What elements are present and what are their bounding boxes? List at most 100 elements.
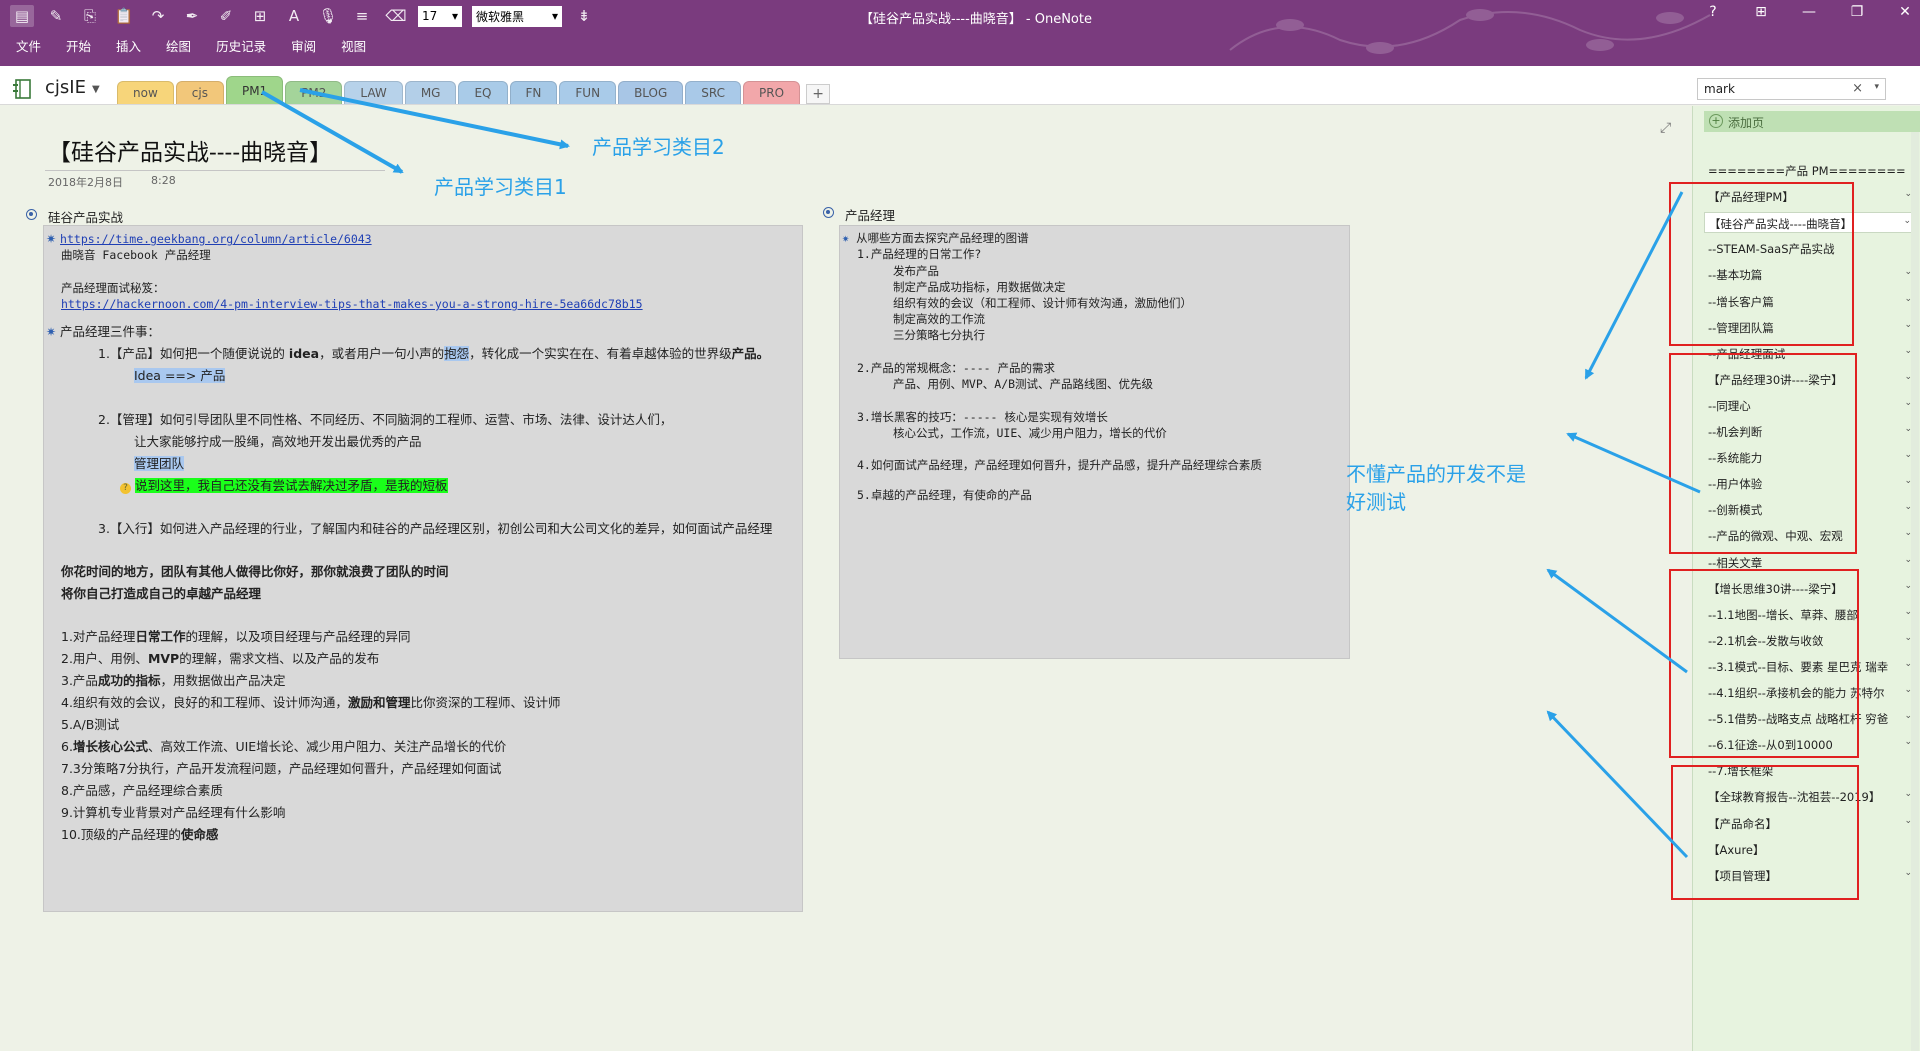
tab-pro[interactable]: PRO bbox=[743, 81, 801, 104]
tab-law[interactable]: LAW bbox=[344, 81, 403, 104]
copy-icon[interactable]: ⎘ bbox=[78, 5, 102, 27]
paste-icon[interactable]: 📋 bbox=[112, 5, 136, 27]
minimize-button[interactable]: — bbox=[1802, 4, 1816, 20]
table-icon[interactable]: ⊞ bbox=[248, 5, 272, 27]
list-item: 8.产品感，产品经理综合素质 bbox=[61, 783, 223, 798]
font-size-select[interactable]: 17 ▾ bbox=[418, 5, 462, 27]
restore-button[interactable]: ❐ bbox=[1850, 4, 1864, 20]
tab-fun[interactable]: FUN bbox=[559, 81, 617, 104]
page-item-label: --相关文章 bbox=[1708, 556, 1763, 570]
list-item: 1.对产品经理日常工作的理解，以及项目经理与产品经理的异同 bbox=[61, 629, 411, 644]
note-container-2[interactable]: ✷ 从哪些方面去探究产品经理的图谱 1.产品经理的日常工作? 发布产品 制定产品… bbox=[839, 225, 1350, 659]
dictate-icon[interactable]: 🎙 bbox=[316, 5, 340, 27]
highlight-icon[interactable]: ✒ bbox=[180, 5, 204, 27]
redo-icon[interactable]: ↷ bbox=[146, 5, 170, 27]
list-item: 10.顶级的产品经理的使命感 bbox=[61, 827, 219, 842]
tab-pm2[interactable]: PM2 bbox=[285, 81, 343, 104]
tab-now[interactable]: now bbox=[117, 81, 174, 104]
annotation-label-category2: 产品学习类目2 bbox=[592, 135, 725, 159]
list-item: 5.A/B测试 bbox=[61, 717, 120, 732]
hackernoon-link[interactable]: https://hackernoon.com/4-pm-interview-ti… bbox=[61, 293, 643, 315]
notebook-icon[interactable] bbox=[12, 78, 34, 100]
menu-review[interactable]: 审阅 bbox=[291, 36, 316, 55]
notebook-dropdown-icon[interactable]: ▼ bbox=[92, 84, 100, 95]
container-heading-text: 产品经理 bbox=[845, 208, 896, 223]
search-input[interactable]: mark bbox=[1704, 82, 1735, 96]
tab-cjs[interactable]: cjs bbox=[175, 81, 224, 104]
list-item: 4.组织有效的会议，良好的和工程师、设计师沟通，激励和管理比你资深的工程师、设计… bbox=[61, 695, 561, 710]
container-anchor-icon bbox=[26, 209, 37, 220]
menu-history[interactable]: 历史记录 bbox=[216, 36, 266, 55]
clear-search-icon[interactable]: × bbox=[1852, 81, 1863, 96]
close-button[interactable]: ✕ bbox=[1898, 4, 1912, 20]
tab-blog[interactable]: BLOG bbox=[618, 81, 684, 104]
menu-bar: 文件 开始 插入 绘图 历史记录 审阅 视图 bbox=[16, 36, 391, 55]
menu-view[interactable]: 视图 bbox=[341, 36, 366, 55]
pages-scrollbar[interactable] bbox=[1911, 132, 1919, 1051]
note-line-entry: 3.【入行】如何进入产品经理的行业，了解国内和硅谷的产品经理区别，初创公司和大公… bbox=[98, 521, 773, 536]
add-page-label: 添加页 bbox=[1728, 116, 1765, 130]
customize-toolbar-icon[interactable]: ⇟ bbox=[572, 5, 596, 27]
search-scope-dropdown-icon[interactable]: ▾ bbox=[1874, 82, 1879, 92]
window-title: 【硅谷产品实战----曲晓音】 - OneNote bbox=[860, 12, 1092, 27]
page-title[interactable]: 【硅谷产品实战----曲晓音】 bbox=[48, 133, 332, 167]
tab-src[interactable]: SRC bbox=[685, 81, 742, 104]
menu-home[interactable]: 开始 bbox=[66, 36, 91, 55]
tab-pm1[interactable]: PM1 bbox=[225, 76, 284, 104]
menu-file[interactable]: 文件 bbox=[16, 36, 41, 55]
page-time: 8:28 bbox=[151, 174, 176, 187]
annotation-box-growth bbox=[1669, 569, 1859, 758]
align-icon[interactable]: ≡ bbox=[350, 5, 374, 27]
annotation-box-liangning bbox=[1669, 353, 1857, 554]
add-page-button[interactable]: + 添加页 bbox=[1704, 111, 1920, 132]
note-line: 核心公式，工作流，UIE、减少用户阻力，增长的代价 bbox=[893, 426, 1167, 440]
star-tag-icon: ✷ bbox=[46, 232, 57, 246]
help-button[interactable]: ? bbox=[1706, 4, 1720, 20]
annotation-box-pm bbox=[1669, 182, 1854, 346]
display-options-button[interactable]: ⊞ bbox=[1754, 4, 1768, 20]
star-tag-icon: ✷ bbox=[842, 231, 850, 245]
list-item: 2.用户、用例、MVP的理解，需求文档、以及产品的发布 bbox=[61, 651, 380, 666]
note-line: 4.如何面试产品经理，产品经理如何晋升，提升产品感，提升产品经理综合素质 bbox=[857, 458, 1262, 472]
quick-access-toolbar: ▤ ✎ ⎘ 📋 ↷ ✒ ✐ ⊞ A 🎙 ≡ ⌫ 17 ▾ 微软雅黑 ▾ ⇟ bbox=[10, 4, 596, 28]
note-line-management: 2.【管理】如何引导团队里不同性格、不同经历、不同脑洞的工程师、运营、市场、法律… bbox=[98, 412, 673, 427]
chevron-down-icon[interactable]: ⌄ bbox=[1903, 216, 1911, 226]
add-section-button[interactable]: + bbox=[806, 84, 831, 104]
title-underline bbox=[45, 170, 385, 171]
menu-draw[interactable]: 绘图 bbox=[166, 36, 191, 55]
tab-mg[interactable]: MG bbox=[404, 81, 457, 104]
page-item[interactable]: ========产品 PM======== bbox=[1704, 160, 1914, 181]
search-box[interactable]: mark × ▾ bbox=[1697, 78, 1886, 100]
container-heading-2[interactable]: 产品经理 bbox=[823, 205, 896, 224]
note-line: 产品、用例、MVP、A/B测试、产品路线图、优先级 bbox=[893, 377, 1154, 391]
tab-fn[interactable]: FN bbox=[509, 81, 558, 104]
note-line: 曲晓音 Facebook 产品经理 bbox=[61, 248, 211, 262]
note-line-bold: 你花时间的地方，团队有其他人做得比你好，那你就浪费了团队的时间 bbox=[61, 564, 449, 579]
note-line: 5.卓越的产品经理，有使命的产品 bbox=[857, 488, 1032, 502]
font-color-icon[interactable]: A bbox=[282, 5, 306, 27]
tab-eq[interactable]: EQ bbox=[458, 81, 508, 104]
star-tag-icon: ✷ bbox=[46, 325, 57, 339]
list-item: 3.产品成功的指标，用数据做出产品决定 bbox=[61, 673, 286, 688]
section-tabs: now cjs PM1 PM2 LAW MG EQ FN FUN BLOG SRC PRO + bbox=[117, 76, 831, 104]
list-item: 6.增长核心公式、高效工作流、UIE增长论、减少用户阻力、关注产品增长的代价 bbox=[61, 739, 507, 754]
full-page-view-icon[interactable]: ⤢ bbox=[1660, 120, 1671, 136]
format-painter-icon[interactable]: ✎ bbox=[44, 5, 68, 27]
list-item: 7.3分策略7分执行，产品开发流程问题，产品经理如何晋升，产品经理如何面试 bbox=[61, 761, 502, 776]
page-item-label: ========产品 PM======== bbox=[1708, 164, 1906, 178]
normal-view-icon[interactable]: ▤ bbox=[10, 5, 34, 27]
menu-insert[interactable]: 插入 bbox=[116, 36, 141, 55]
note-line: 三分策略七分执行 bbox=[893, 328, 985, 342]
add-page-icon: + bbox=[1709, 114, 1723, 128]
container-heading-1[interactable]: 硅谷产品实战 bbox=[26, 207, 123, 226]
annotation-label-category1: 产品学习类目1 bbox=[434, 175, 567, 199]
eraser-icon[interactable]: ⌫ bbox=[384, 5, 408, 27]
notebook-name[interactable]: cjsIE bbox=[45, 77, 86, 98]
note-line: 产品经理三件事： bbox=[60, 324, 161, 339]
annotation-note-line1: 不懂产品的开发不是 bbox=[1346, 462, 1526, 486]
pen-icon[interactable]: ✐ bbox=[214, 5, 238, 27]
note-container-1[interactable]: ✷ https://time.geekbang.org/column/artic… bbox=[43, 225, 803, 912]
font-name-select[interactable]: 微软雅黑 ▾ bbox=[472, 5, 562, 27]
note-line-product: 1.【产品】如何把一个随便说说的 idea，或者用户一句小声的抱怨，转化成一个实… bbox=[98, 346, 770, 361]
container-anchor-icon bbox=[823, 207, 834, 218]
